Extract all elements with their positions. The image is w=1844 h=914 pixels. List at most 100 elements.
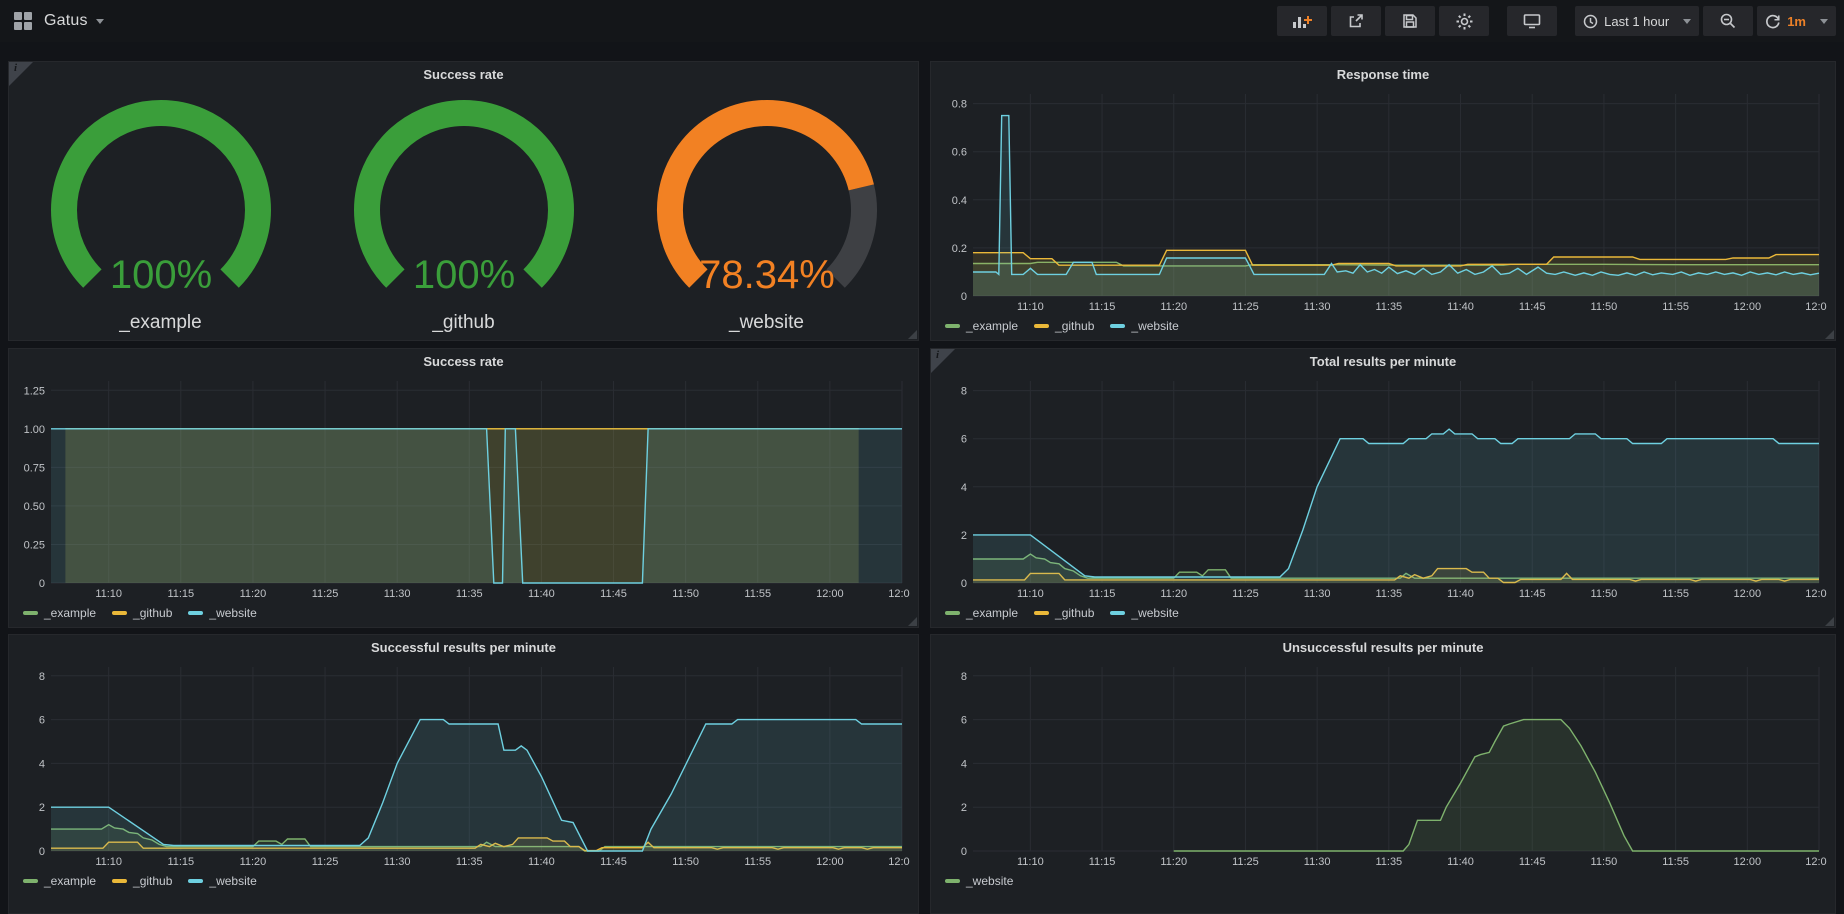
svg-text:11:30: 11:30 xyxy=(384,588,411,600)
svg-text:11:20: 11:20 xyxy=(240,588,267,600)
panel-resize-handle[interactable] xyxy=(908,330,917,339)
legend-item[interactable]: _website xyxy=(1110,606,1178,620)
panel-info-icon[interactable]: i xyxy=(931,349,955,373)
svg-text:11:20: 11:20 xyxy=(1160,588,1187,600)
response-time-chart[interactable]: 11:1011:1511:2011:2511:3011:3511:4011:45… xyxy=(939,88,1827,314)
svg-text:11:15: 11:15 xyxy=(1089,301,1116,313)
svg-text:12:00: 12:00 xyxy=(1734,856,1762,868)
svg-text:12:05: 12:05 xyxy=(888,856,910,868)
legend-item[interactable]: _github xyxy=(1034,319,1094,333)
panel-resize-handle[interactable] xyxy=(1825,617,1834,626)
gauge-value: 100% xyxy=(412,253,514,297)
legend-dash-icon xyxy=(188,611,203,615)
successful-results-chart[interactable]: 11:1011:1511:2011:2511:3011:3511:4011:45… xyxy=(17,661,910,869)
chart-legend: _website xyxy=(945,872,1013,890)
legend-item[interactable]: _example xyxy=(945,319,1018,333)
gauge-value: 100% xyxy=(109,253,211,297)
refresh-interval-label: 1m xyxy=(1787,14,1806,29)
legend-item[interactable]: _website xyxy=(188,874,256,888)
panel-resize-handle[interactable] xyxy=(908,617,917,626)
svg-text:4: 4 xyxy=(39,758,45,770)
legend-item[interactable]: _github xyxy=(1034,606,1094,620)
legend-item[interactable]: _example xyxy=(945,606,1018,620)
svg-text:6: 6 xyxy=(39,715,45,727)
dashboard-grid-icon[interactable] xyxy=(14,12,32,30)
navbar: Gatus xyxy=(0,0,1844,42)
legend-dash-icon xyxy=(112,879,127,883)
legend-dash-icon xyxy=(1034,324,1049,328)
svg-text:11:50: 11:50 xyxy=(672,588,699,600)
svg-text:2: 2 xyxy=(39,802,45,814)
legend-item[interactable]: _github xyxy=(112,606,172,620)
time-range-label: Last 1 hour xyxy=(1604,14,1669,29)
panel-title[interactable]: Unsuccessful results per minute xyxy=(931,635,1835,661)
legend-item[interactable]: _website xyxy=(945,874,1013,888)
legend-dash-icon xyxy=(1110,611,1125,615)
save-button[interactable] xyxy=(1385,6,1435,36)
legend-dash-icon xyxy=(1034,611,1049,615)
svg-text:8: 8 xyxy=(961,671,967,683)
legend-item[interactable]: _website xyxy=(1110,319,1178,333)
svg-text:0: 0 xyxy=(961,578,967,590)
legend-item[interactable]: _github xyxy=(112,874,172,888)
unsuccessful-results-chart[interactable]: 11:1011:1511:2011:2511:3011:3511:4011:45… xyxy=(939,661,1827,869)
panel-title[interactable]: Success rate xyxy=(9,349,918,375)
svg-text:11:50: 11:50 xyxy=(1591,856,1618,868)
panel-title[interactable]: Success rate xyxy=(9,62,918,88)
zoom-out-icon xyxy=(1720,13,1736,29)
panel-title[interactable]: Successful results per minute xyxy=(9,635,918,661)
svg-text:11:35: 11:35 xyxy=(1375,301,1402,313)
svg-text:11:25: 11:25 xyxy=(1232,588,1259,600)
svg-text:11:55: 11:55 xyxy=(1662,588,1689,600)
legend-dash-icon xyxy=(1110,324,1125,328)
gauge-track-arc xyxy=(835,187,863,278)
panel-unsuccessful-results: Unsuccessful results per minute 11:10 11:… xyxy=(930,634,1836,914)
legend-series-label: _example xyxy=(966,606,1018,620)
svg-text:0.75: 0.75 xyxy=(24,462,45,474)
add-panel-icon xyxy=(1292,13,1312,29)
tv-mode-button[interactable] xyxy=(1507,6,1557,36)
zoom-out-button[interactable] xyxy=(1703,6,1753,36)
panel-title[interactable]: Total results per minute xyxy=(931,349,1835,375)
time-range-button[interactable]: Last 1 hour xyxy=(1575,6,1699,36)
svg-text:11:25: 11:25 xyxy=(1232,301,1259,313)
svg-text:0: 0 xyxy=(39,846,45,858)
share-button[interactable] xyxy=(1331,6,1381,36)
gauge-series-label: _example xyxy=(119,312,201,334)
success-rate-chart[interactable]: 11:1011:1511:2011:2511:3011:3511:4011:45… xyxy=(17,375,910,601)
svg-text:12:00: 12:00 xyxy=(1734,588,1762,600)
legend-dash-icon xyxy=(112,611,127,615)
svg-text:11:15: 11:15 xyxy=(1089,588,1116,600)
dashboard-title[interactable]: Gatus xyxy=(44,12,88,30)
dashboard-dropdown-caret-icon[interactable] xyxy=(96,19,104,24)
svg-text:1.00: 1.00 xyxy=(24,424,45,436)
svg-text:12:00: 12:00 xyxy=(816,856,844,868)
refresh-button[interactable]: 1m xyxy=(1757,6,1836,36)
svg-text:11:45: 11:45 xyxy=(1519,856,1546,868)
svg-text:11:10: 11:10 xyxy=(1017,856,1044,868)
svg-text:4: 4 xyxy=(961,758,967,770)
panel-info-icon[interactable]: i xyxy=(9,62,33,86)
svg-text:1.25: 1.25 xyxy=(24,385,45,397)
legend-item[interactable]: _website xyxy=(188,606,256,620)
svg-text:11:55: 11:55 xyxy=(1662,301,1689,313)
panel-title[interactable]: Response time xyxy=(931,62,1835,88)
settings-button[interactable] xyxy=(1439,6,1489,36)
svg-text:11:55: 11:55 xyxy=(1662,856,1689,868)
svg-text:12:05: 12:05 xyxy=(1805,301,1827,313)
svg-text:6: 6 xyxy=(961,434,967,446)
svg-text:11:45: 11:45 xyxy=(600,588,627,600)
legend-series-label: _github xyxy=(1055,319,1094,333)
panel-resize-handle[interactable] xyxy=(1825,330,1834,339)
total-results-chart[interactable]: 11:1011:1511:2011:2511:3011:3511:4011:45… xyxy=(939,375,1827,601)
svg-text:12:00: 12:00 xyxy=(1734,301,1762,313)
legend-series-label: _example xyxy=(44,874,96,888)
refresh-caret-icon xyxy=(1820,19,1828,24)
legend-item[interactable]: _example xyxy=(23,874,96,888)
gauge-_website: 78.34%_website xyxy=(615,88,918,334)
svg-text:11:15: 11:15 xyxy=(1089,856,1116,868)
svg-text:11:30: 11:30 xyxy=(1304,856,1331,868)
svg-text:11:50: 11:50 xyxy=(1591,588,1618,600)
legend-item[interactable]: _example xyxy=(23,606,96,620)
add-panel-button[interactable] xyxy=(1277,6,1327,36)
